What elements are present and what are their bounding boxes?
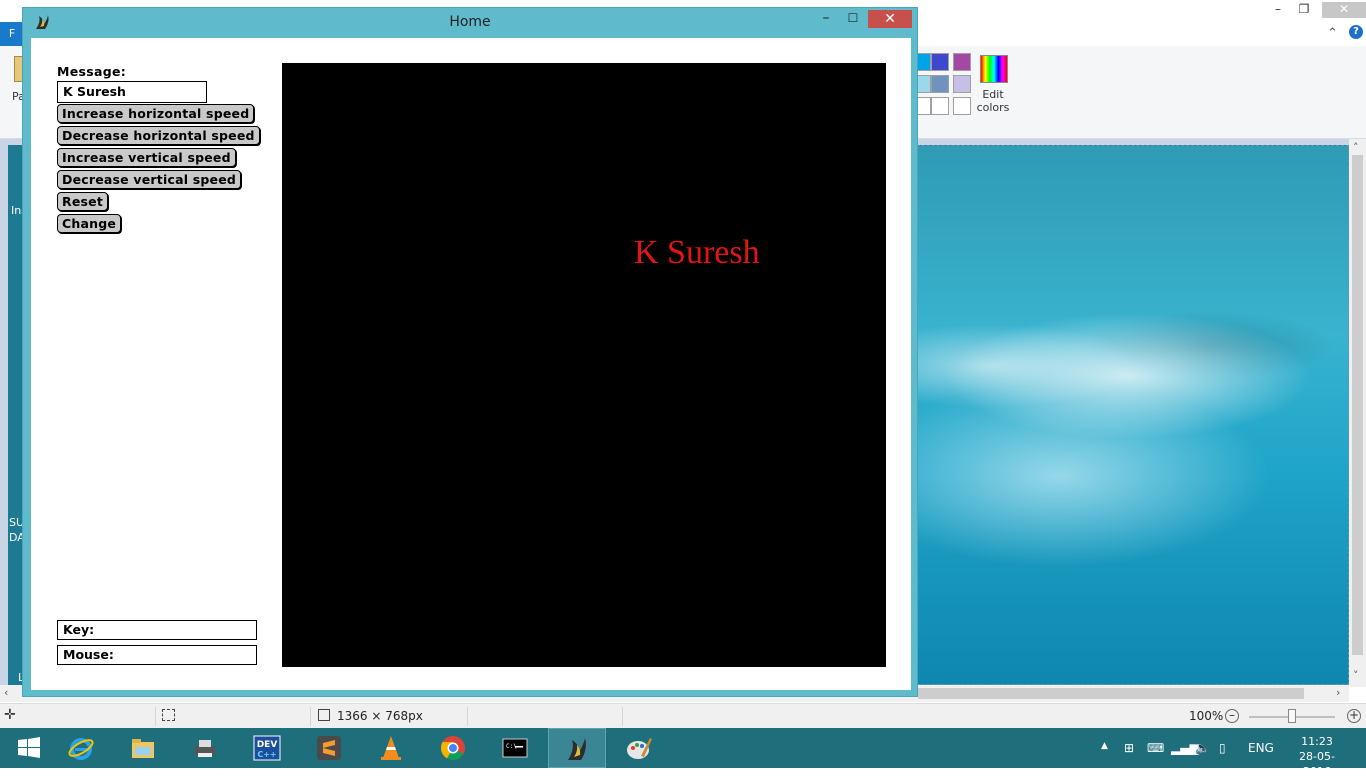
vertical-scrollbar[interactable]: ˄ ˅ — [1349, 139, 1366, 687]
taskbar-clock[interactable]: 11:23 28-05-2016 — [1288, 734, 1346, 779]
taskbar-chrome[interactable] — [424, 728, 482, 768]
chrome-icon — [440, 736, 465, 761]
key-field[interactable]: Key: — [57, 620, 257, 640]
color-swatch[interactable] — [953, 53, 971, 71]
clock-time: 11:23 — [1301, 735, 1333, 748]
scroll-left-icon[interactable]: ‹ — [4, 686, 8, 699]
image-size-text: 1366 × 768px — [337, 709, 423, 723]
scroll-up-icon[interactable]: ˄ — [1353, 141, 1359, 154]
edit-colors-button[interactable]: Edit colors — [976, 53, 1010, 114]
vertical-scroll-thumb[interactable] — [1352, 155, 1363, 655]
cursor-position-icon: ✛ — [4, 707, 16, 723]
paint-file-tab[interactable]: F — [0, 22, 24, 46]
decrease-vertical-speed-button[interactable]: Decrease vertical speed — [57, 170, 242, 189]
edit-colors-label-line2: colors — [976, 101, 1010, 114]
home-maximize-button[interactable]: ☐ — [845, 10, 861, 28]
increase-vertical-speed-button[interactable]: Increase vertical speed — [57, 148, 236, 167]
internet-explorer-icon — [68, 738, 94, 760]
scroll-down-icon[interactable]: ˅ — [1353, 669, 1359, 682]
color-swatch[interactable] — [931, 97, 949, 115]
clock-date: 28-05-2016 — [1299, 750, 1335, 778]
taskbar-file-explorer[interactable] — [114, 728, 172, 768]
color-swatch[interactable] — [931, 53, 949, 71]
folder-icon — [132, 739, 154, 758]
message-label: Message: — [57, 64, 127, 79]
start-button[interactable] — [0, 728, 58, 768]
color-swatch[interactable] — [953, 97, 971, 115]
status-separator — [155, 707, 156, 726]
taskbar-command-prompt[interactable]: C:\ — [486, 728, 544, 768]
home-window: Home – ☐ ✕ Message: K Suresh Increase ho… — [22, 7, 918, 697]
taskbar-internet-explorer[interactable] — [52, 728, 110, 768]
key-label: Key: — [63, 622, 95, 637]
action-center-icon[interactable]: ⊞ — [1124, 741, 1134, 755]
taskbar-paint[interactable] — [610, 728, 668, 768]
taskbar-java-applet[interactable] — [548, 728, 606, 768]
status-separator — [622, 707, 623, 726]
message-input[interactable]: K Suresh — [57, 81, 207, 103]
applet-area: Message: K Suresh Increase horizontal sp… — [31, 38, 911, 690]
edit-colors-label-line1: Edit — [982, 88, 1004, 101]
color-swatch[interactable] — [953, 75, 971, 93]
paint-restore-button[interactable]: ❐ — [1293, 2, 1315, 18]
animation-canvas[interactable]: K Suresh — [282, 63, 886, 667]
taskbar-printer-app[interactable] — [176, 728, 234, 768]
svg-text:DEV: DEV — [257, 740, 278, 750]
status-separator — [467, 707, 468, 726]
zoom-in-button[interactable]: + — [1347, 709, 1361, 723]
home-minimize-button[interactable]: – — [818, 10, 834, 28]
scrolling-message-text: K Suresh — [634, 234, 760, 271]
language-indicator[interactable]: ENG — [1248, 741, 1274, 755]
horizontal-scroll-thumb[interactable] — [918, 688, 1304, 699]
printer-icon — [195, 740, 215, 757]
keyboard-icon[interactable]: ⌨ — [1147, 741, 1164, 755]
status-separator — [310, 707, 311, 726]
taskbar: DEV C++ C:\ ▲ ⊞ ⌨ ▂▄▆ 🔈 ▯ ENG 11:23 28-0… — [0, 728, 1366, 778]
edit-colors-label: Edit colors — [976, 88, 1010, 114]
increase-horizontal-speed-button[interactable]: Increase horizontal speed — [57, 104, 255, 123]
vlc-cone-icon — [381, 736, 401, 760]
windows-logo-icon — [18, 737, 40, 758]
volume-icon[interactable]: 🔈 — [1195, 741, 1210, 755]
battery-icon[interactable]: ▯ — [1219, 741, 1226, 755]
selection-size-icon — [162, 709, 175, 721]
svg-text:C++: C++ — [257, 750, 276, 759]
zoom-slider-thumb[interactable] — [1288, 709, 1296, 723]
paint-minimize-button[interactable]: – — [1267, 2, 1289, 18]
java-app-icon[interactable] — [33, 12, 53, 32]
zoom-level-text: 100% — [1189, 709, 1224, 723]
home-close-button[interactable]: ✕ — [868, 10, 912, 28]
reset-button[interactable]: Reset — [57, 192, 108, 211]
home-window-title: Home — [449, 14, 491, 30]
mouse-field[interactable]: Mouse: — [57, 645, 257, 665]
paint-palette-icon — [627, 738, 652, 759]
dev-cpp-icon: DEV C++ — [253, 735, 281, 761]
taskbar-vlc[interactable] — [362, 728, 420, 768]
decrease-horizontal-speed-button[interactable]: Decrease horizontal speed — [57, 126, 260, 145]
color-wheel-icon — [980, 55, 1008, 83]
taskbar-dev-cpp[interactable]: DEV C++ — [238, 728, 296, 768]
change-button[interactable]: Change — [57, 214, 122, 233]
taskbar-sublime-text[interactable] — [300, 728, 358, 768]
command-prompt-icon: C:\ — [502, 738, 528, 758]
show-hidden-icons-icon[interactable]: ▲ — [1101, 741, 1108, 751]
paint-close-button[interactable]: ✕ — [1322, 2, 1366, 18]
image-size-icon — [318, 709, 330, 721]
paint-status-bar: ✛ 1366 × 768px 100% – + — [0, 703, 1366, 729]
sublime-text-icon — [317, 736, 341, 760]
help-icon[interactable]: ? — [1349, 25, 1363, 39]
color-swatch[interactable] — [931, 75, 949, 93]
java-applet-icon — [568, 738, 586, 760]
collapse-ribbon-icon[interactable]: ⌃ — [1327, 26, 1338, 41]
mouse-label: Mouse: — [63, 647, 114, 662]
scroll-right-icon[interactable]: › — [1336, 686, 1340, 699]
zoom-out-button[interactable]: – — [1225, 709, 1239, 723]
